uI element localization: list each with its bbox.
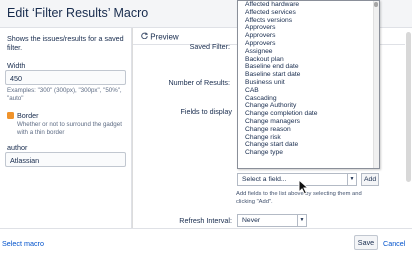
- dropdown-option[interactable]: Change Authority: [238, 102, 379, 110]
- border-label: Border: [17, 111, 39, 120]
- refresh-interval-select[interactable]: Never ▼: [237, 214, 307, 227]
- dropdown-option[interactable]: Change managers: [238, 118, 379, 126]
- field-select-value: Select a field...: [242, 176, 287, 183]
- border-checkbox[interactable]: [7, 112, 14, 119]
- author-label: author: [7, 143, 28, 152]
- page-scrollbar[interactable]: [405, 28, 412, 228]
- width-input[interactable]: 450: [5, 70, 126, 85]
- dialog-title: Edit ‘Filter Results’ Macro: [7, 6, 149, 20]
- dropdown-option[interactable]: Business unit: [238, 79, 379, 87]
- width-label: Width: [7, 61, 26, 70]
- page-scrollbar-thumb[interactable]: [406, 32, 411, 182]
- preview-tab-label: Preview: [150, 32, 179, 42]
- dialog-footer: Select macro Save Cancel: [0, 228, 412, 254]
- dropdown-option[interactable]: Affected services: [238, 9, 379, 17]
- author-input[interactable]: Atlassian: [5, 152, 126, 167]
- dropdown-option[interactable]: Change type: [238, 149, 379, 157]
- dropdown-option[interactable]: CAB: [238, 87, 379, 95]
- chevron-down-icon: ▼: [347, 173, 356, 186]
- fields-to-display-label: Fields to display: [180, 107, 232, 116]
- saved-filter-label: Saved Filter:: [189, 42, 230, 51]
- dropdown-option[interactable]: Approvers: [238, 32, 379, 40]
- dropdown-option[interactable]: Baseline end date: [238, 63, 379, 71]
- add-field-button[interactable]: Add: [361, 173, 379, 186]
- field-dropdown-list[interactable]: Affected hardware Affected services Affect…: [237, 0, 380, 169]
- dropdown-option[interactable]: Change start date: [238, 141, 379, 149]
- dropdown-option[interactable]: Backout plan: [238, 56, 379, 64]
- mouse-cursor-icon: [298, 178, 310, 200]
- width-hint: Examples: "300" (300px), "300px", "50%",…: [7, 87, 122, 102]
- preview-tab[interactable]: Preview: [141, 32, 179, 41]
- dropdown-option[interactable]: Cascading: [238, 95, 379, 103]
- refresh-interval-value: Never: [242, 217, 261, 224]
- dropdown-option[interactable]: Approvers: [238, 24, 379, 32]
- refresh-interval-label: Refresh Interval:: [179, 216, 232, 225]
- macro-description: Shows the issues/results for a saved fil…: [7, 34, 124, 52]
- number-results-label: Number of Results:: [168, 78, 230, 87]
- dropdown-option[interactable]: Baseline start date: [238, 71, 379, 79]
- dropdown-option[interactable]: Change completion date: [238, 110, 379, 118]
- select-macro-link[interactable]: Select macro: [2, 239, 44, 248]
- dropdown-option[interactable]: Affects versions: [238, 17, 379, 25]
- dropdown-options: Affected hardware Affected services Affect…: [238, 1, 379, 157]
- refresh-icon: [141, 32, 150, 41]
- field-select[interactable]: Select a field... ▼: [237, 173, 357, 186]
- macro-parameters-panel: Shows the issues/results for a saved fil…: [0, 28, 132, 228]
- dropdown-option[interactable]: Approvers: [238, 40, 379, 48]
- cancel-link[interactable]: Cancel: [383, 239, 405, 248]
- dropdown-option[interactable]: Assignee: [238, 48, 379, 56]
- dropdown-option[interactable]: Affected hardware: [238, 1, 379, 9]
- dropdown-option[interactable]: Change risk: [238, 134, 379, 142]
- chevron-down-icon: ▼: [297, 214, 306, 227]
- dropdown-scrollbar-thumb[interactable]: [374, 2, 378, 7]
- border-hint: Whether or not to surround the gadget wi…: [17, 121, 122, 136]
- save-button[interactable]: Save: [354, 235, 378, 250]
- dropdown-scrollbar[interactable]: [373, 1, 379, 168]
- dropdown-option[interactable]: Change reason: [238, 126, 379, 134]
